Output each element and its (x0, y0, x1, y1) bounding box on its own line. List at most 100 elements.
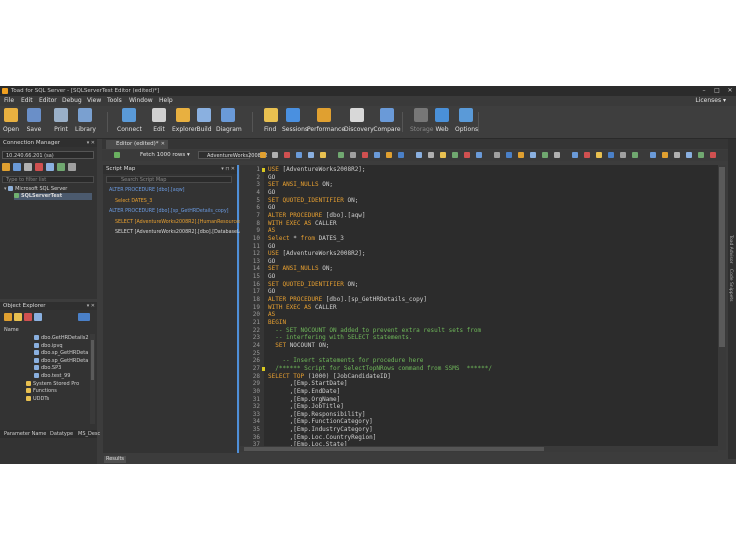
code-line[interactable]: 26 -- Insert statements for procedure he… (240, 357, 718, 365)
delete-connection-icon[interactable] (35, 163, 43, 171)
col-parameter-name[interactable]: Parameter Name (4, 430, 46, 438)
editor-hscroll-thumb[interactable] (244, 447, 544, 451)
code-line[interactable]: 6 GO (240, 204, 718, 212)
editor-tool-icon[interactable] (362, 152, 368, 158)
editor-tool-icon[interactable] (308, 152, 314, 158)
tab-close-icon[interactable]: ✕ (161, 140, 165, 149)
panel-close-icon[interactable]: ▾ ✕ (87, 302, 95, 310)
code-line[interactable]: 21 BEGIN (240, 319, 718, 327)
code-line[interactable]: 28 SELECT TOP (1000) [JobCandidateID] (240, 373, 718, 381)
editor-tool-icon[interactable] (416, 152, 422, 158)
script-map-item[interactable]: Select DATES_3 (115, 198, 152, 205)
oe-filter-icon[interactable] (4, 313, 12, 321)
oe-tree-item[interactable]: dbo.sp_GetHRDeta (34, 357, 88, 365)
code-line[interactable]: 23 -- interfering with SELECT statements… (240, 334, 718, 342)
code-line[interactable]: 35 ,[Emp.IndustryCategory] (240, 426, 718, 434)
code-line[interactable]: 18 ALTER PROCEDURE [dbo].[sp_GetHRDetails… (240, 296, 718, 304)
code-line[interactable]: 2 GO (240, 174, 718, 182)
library-button[interactable]: Library (75, 108, 96, 138)
oe-tree-item[interactable]: dbo.GetHRDetails2 (34, 335, 89, 342)
menu-tools[interactable]: Tools (107, 96, 122, 106)
editor-tool-icon[interactable] (494, 152, 500, 158)
code-line[interactable]: 12 USE [AdventureWorks2008R2]; (240, 250, 718, 258)
menu-help[interactable]: Help (159, 96, 173, 106)
diagram-button[interactable]: Diagram (216, 108, 242, 138)
script-map-item[interactable]: SELECT [AdventureWorks2008R2].[dbo].[Dat… (115, 229, 247, 236)
code-line[interactable]: 10 Select * from DATES_3 (240, 235, 718, 243)
code-line[interactable]: 16 SET QUOTED_IDENTIFIER ON; (240, 281, 718, 289)
editor-horizontal-scrollbar[interactable] (240, 446, 718, 452)
tab-results[interactable]: Results (104, 456, 126, 463)
oe-folder-icon[interactable] (14, 313, 22, 321)
code-line[interactable]: 15 GO (240, 273, 718, 281)
editor-tool-icon[interactable] (710, 152, 716, 158)
code-line[interactable]: 27 /****** Script for SelectTopNRows com… (240, 365, 718, 373)
editor-tool-icon[interactable] (296, 152, 302, 158)
refresh-icon[interactable] (46, 163, 54, 171)
rail-toad-advisor[interactable]: Toad Advisor (728, 235, 733, 264)
options-button[interactable]: Options (455, 108, 478, 138)
sessions-button[interactable]: Sessions (282, 108, 308, 138)
execute-icon[interactable] (114, 152, 120, 158)
save-button[interactable]: Save (25, 108, 43, 138)
col-datatype[interactable]: Datatype (50, 430, 73, 438)
menu-view[interactable]: View (87, 96, 101, 106)
performance-button[interactable]: Performance (307, 108, 345, 138)
script-map-item[interactable]: SELECT [AdventureWorks2008R2].[HumanReso… (115, 219, 243, 226)
editor-tool-icon[interactable] (350, 152, 356, 158)
oe-tree-item[interactable]: dbo.ipvq (34, 342, 63, 350)
code-line[interactable]: 4 GO (240, 189, 718, 197)
code-line[interactable]: 22 -- SET NOCOUNT ON added to prevent ex… (240, 327, 718, 335)
licenses-menu[interactable]: Licenses ▾ (695, 96, 726, 106)
editor-tool-icon[interactable] (260, 152, 266, 158)
code-line[interactable]: 31 ,[Emp.OrgName] (240, 396, 718, 404)
editor-tool-icon[interactable] (596, 152, 602, 158)
find-button[interactable]: Find (264, 108, 278, 138)
editor-tool-icon[interactable] (530, 152, 536, 158)
disconnect-icon[interactable] (24, 163, 32, 171)
connection-filter-input[interactable]: Type to filter list (2, 176, 94, 183)
menu-file[interactable]: File (4, 96, 14, 106)
code-line[interactable]: 33 ,[Emp.Responsibility] (240, 411, 718, 419)
editor-tool-icon[interactable] (398, 152, 404, 158)
minimize-button[interactable]: – (698, 86, 710, 96)
code-line[interactable]: 7 ALTER PROCEDURE [dbo].[aqw] (240, 212, 718, 220)
oe-tree-item[interactable]: dbo.test_99 (34, 373, 70, 380)
code-line[interactable]: 30 ,[Emp.EndDate] (240, 388, 718, 396)
editor-vscroll-thumb[interactable] (719, 167, 725, 347)
oe-view-select-icon[interactable] (78, 313, 90, 321)
editor-tool-icon[interactable] (374, 152, 380, 158)
editor-tool-icon[interactable] (476, 152, 482, 158)
connect-button[interactable]: Connect (117, 108, 142, 138)
edit-button[interactable]: Edit (152, 108, 166, 138)
connect-icon[interactable] (13, 163, 21, 171)
oe-scrollbar[interactable] (90, 334, 95, 424)
group-icon[interactable] (57, 163, 65, 171)
code-line[interactable]: 3 SET ANSI_NULLS ON; (240, 181, 718, 189)
code-line[interactable]: 9 AS (240, 227, 718, 235)
menu-window[interactable]: Window (129, 96, 153, 106)
script-map-close-icon[interactable]: ▾ ⊓ ✕ (221, 165, 235, 174)
editor-tool-icon[interactable] (584, 152, 590, 158)
editor-tool-icon[interactable] (650, 152, 656, 158)
panel-pin-icon[interactable]: ▾ ✕ (87, 139, 95, 147)
build-button[interactable]: Build (196, 108, 212, 138)
editor-tool-icon[interactable] (686, 152, 692, 158)
explorer-button[interactable]: Explorer (172, 108, 197, 138)
editor-tool-icon[interactable] (620, 152, 626, 158)
oe-refresh-icon[interactable] (34, 313, 42, 321)
discovery-button[interactable]: Discovery (344, 108, 374, 138)
sql-code-editor[interactable]: 1 USE [AdventureWorks2008R2]; 2 GO 3 SET ANSI… (240, 165, 718, 446)
server-connection-select[interactable]: 10.240.66.201 (sa) (2, 151, 94, 159)
menu-edit[interactable]: Edit (21, 96, 33, 106)
oe-tree-item[interactable]: dbo.sp_GetHRDeta (34, 350, 88, 357)
editor-tool-icon[interactable] (320, 152, 326, 158)
oe-tree-item[interactable]: Functions (26, 388, 57, 395)
code-line[interactable]: 36 ,[Emp.Loc.CountryRegion] (240, 434, 718, 442)
tree-node-connection[interactable]: SQLServerTest (14, 193, 92, 200)
editor-tool-icon[interactable] (506, 152, 512, 158)
code-line[interactable]: 17 GO (240, 288, 718, 296)
editor-tool-icon[interactable] (632, 152, 638, 158)
editor-tool-icon[interactable] (554, 152, 560, 158)
code-line[interactable]: 1 USE [AdventureWorks2008R2]; (240, 166, 718, 174)
